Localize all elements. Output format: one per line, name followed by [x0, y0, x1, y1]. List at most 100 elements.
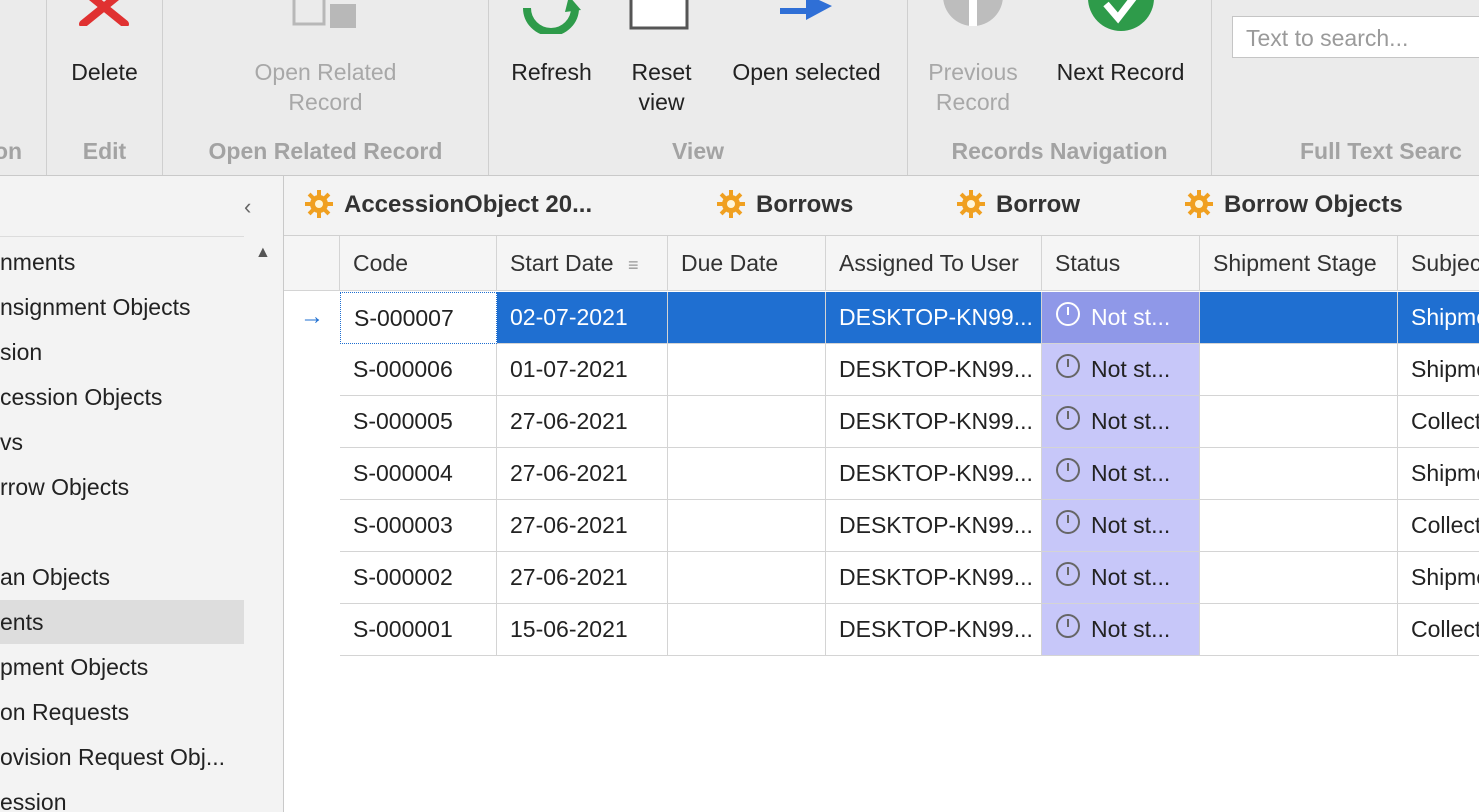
ribbon-toolbar: on Delete Edit Open Related Record Open …: [0, 0, 1479, 176]
cell-start[interactable]: 01-07-2021: [497, 344, 668, 396]
cell-stage[interactable]: [1200, 448, 1398, 500]
cell-status[interactable]: Not st...: [1042, 292, 1200, 344]
ribbon-group-first-title: on: [0, 138, 23, 164]
cell-assigned[interactable]: DESKTOP-KN99...: [826, 344, 1042, 396]
cell-start[interactable]: 27-06-2021: [497, 396, 668, 448]
nav-item[interactable]: [0, 510, 244, 554]
cell-code[interactable]: S-000007: [340, 292, 497, 344]
ribbon-group-open-related: Open Related Record Open Related Record: [163, 0, 489, 175]
cell-start[interactable]: 27-06-2021: [497, 448, 668, 500]
cell-status[interactable]: Not st...: [1042, 344, 1200, 396]
nav-item[interactable]: pment Objects: [0, 645, 244, 689]
delete-button[interactable]: Delete: [47, 0, 162, 130]
cell-due[interactable]: [668, 292, 826, 344]
clock-icon: [1055, 346, 1081, 395]
nav-item[interactable]: on Requests: [0, 690, 244, 734]
next-record-button[interactable]: Next Record: [1043, 0, 1198, 130]
status-text: Not st...: [1091, 460, 1171, 486]
cell-code[interactable]: S-000002: [340, 552, 497, 604]
cell-subject[interactable]: Collect: [1398, 500, 1479, 552]
status-text: Not st...: [1091, 616, 1171, 642]
nav-item[interactable]: sion: [0, 330, 244, 374]
cell-stage[interactable]: [1200, 552, 1398, 604]
cell-assigned[interactable]: DESKTOP-KN99...: [826, 500, 1042, 552]
cell-status[interactable]: Not st...: [1042, 604, 1200, 656]
cell-subject[interactable]: Collect: [1398, 396, 1479, 448]
cell-stage[interactable]: [1200, 396, 1398, 448]
cell-start[interactable]: 27-06-2021: [497, 500, 668, 552]
cell-stage[interactable]: [1200, 500, 1398, 552]
cell-assigned[interactable]: DESKTOP-KN99...: [826, 604, 1042, 656]
cell-code[interactable]: S-000006: [340, 344, 497, 396]
cell-subject[interactable]: Shipme: [1398, 344, 1479, 396]
clock-icon: [1055, 502, 1081, 551]
cell-due[interactable]: [668, 500, 826, 552]
previous-record-label-line2: Record: [935, 89, 1011, 115]
next-record-icon: [1088, 0, 1154, 31]
ribbon-group-full-text-search-title: Full Text Searc: [1300, 138, 1462, 164]
cell-status[interactable]: Not st...: [1042, 396, 1200, 448]
cell-status[interactable]: Not st...: [1042, 552, 1200, 604]
cell-due[interactable]: [668, 396, 826, 448]
cell-status[interactable]: Not st...: [1042, 448, 1200, 500]
column-header-assigned-to-user[interactable]: Assigned To User: [826, 236, 1042, 291]
cell-start[interactable]: 27-06-2021: [497, 552, 668, 604]
refresh-button[interactable]: Refresh: [499, 0, 604, 130]
cell-code[interactable]: S-000003: [340, 500, 497, 552]
nav-item[interactable]: ession: [0, 780, 244, 812]
nav-item[interactable]: rrow Objects: [0, 465, 244, 509]
nav-divider: [0, 236, 244, 237]
tab-label: Borrow: [996, 191, 1080, 218]
cell-code[interactable]: S-000004: [340, 448, 497, 500]
open-related-record-button[interactable]: Open Related Record: [163, 0, 488, 130]
nav-item[interactable]: an Objects: [0, 555, 244, 599]
column-header-status[interactable]: Status: [1042, 236, 1200, 291]
nav-item[interactable]: vs: [0, 420, 244, 464]
cell-start[interactable]: 02-07-2021: [497, 292, 668, 344]
column-header-start-date[interactable]: Start Date ≡: [497, 236, 668, 291]
cell-assigned[interactable]: DESKTOP-KN99...: [826, 292, 1042, 344]
clock-icon: [1055, 554, 1081, 603]
tab-label: AccessionObject 20...: [344, 191, 593, 218]
cell-due[interactable]: [668, 552, 826, 604]
cell-subject[interactable]: Shipme: [1398, 448, 1479, 500]
cell-code[interactable]: S-000005: [340, 396, 497, 448]
status-text: Not st...: [1091, 512, 1171, 538]
cell-code[interactable]: S-000001: [340, 604, 497, 656]
cell-subject[interactable]: Shipme: [1398, 552, 1479, 604]
cell-status[interactable]: Not st...: [1042, 500, 1200, 552]
cell-assigned[interactable]: DESKTOP-KN99...: [826, 448, 1042, 500]
nav-item[interactable]: nsignment Objects: [0, 285, 244, 329]
open-related-label-line1: Open Related: [254, 59, 397, 85]
column-header-subject[interactable]: Subjec: [1398, 236, 1479, 291]
status-text: Not st...: [1091, 356, 1171, 382]
cell-due[interactable]: [668, 604, 826, 656]
previous-record-icon: [943, 0, 1003, 26]
nav-item[interactable]: cession Objects: [0, 375, 244, 419]
clock-icon: [1055, 450, 1081, 499]
cell-subject[interactable]: Collect: [1398, 604, 1479, 656]
open-selected-button[interactable]: Open selected: [724, 0, 889, 130]
cell-start[interactable]: 15-06-2021: [497, 604, 668, 656]
scroll-up-icon[interactable]: ▲: [255, 244, 271, 262]
open-selected-label: Open selected: [732, 59, 881, 85]
reset-view-button[interactable]: Reset view: [614, 0, 709, 130]
nav-item[interactable]: ents: [0, 600, 244, 644]
cell-assigned[interactable]: DESKTOP-KN99...: [826, 552, 1042, 604]
previous-record-button[interactable]: Previous Record: [918, 0, 1028, 130]
cell-subject[interactable]: Shipme: [1398, 292, 1479, 344]
nav-item[interactable]: nments: [0, 240, 244, 284]
column-header-due-date[interactable]: Due Date: [668, 236, 826, 291]
status-text: Not st...: [1091, 408, 1171, 434]
full-text-search-input[interactable]: Text to search...: [1232, 16, 1479, 58]
cell-stage[interactable]: [1200, 604, 1398, 656]
cell-due[interactable]: [668, 344, 826, 396]
cell-assigned[interactable]: DESKTOP-KN99...: [826, 396, 1042, 448]
column-header-code[interactable]: Code: [340, 236, 497, 291]
cell-due[interactable]: [668, 448, 826, 500]
cell-stage[interactable]: [1200, 292, 1398, 344]
collapse-panel-icon[interactable]: ‹: [244, 194, 251, 220]
nav-item[interactable]: ovision Request Obj...: [0, 735, 244, 779]
column-header-shipment-stage[interactable]: Shipment Stage: [1200, 236, 1398, 291]
cell-stage[interactable]: [1200, 344, 1398, 396]
